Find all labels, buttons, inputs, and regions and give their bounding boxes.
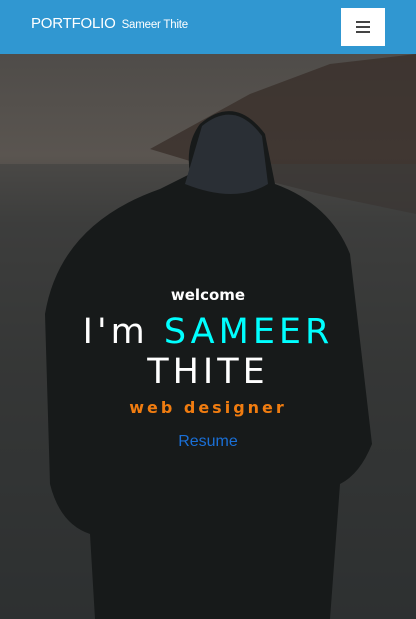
intro-heading: I'm SAMEER: [0, 312, 416, 352]
hero-section: welcome I'm SAMEER THITE web designer Re…: [0, 54, 416, 619]
navbar: PORTFOLIO Sameer Thite: [0, 0, 416, 54]
first-name: SAMEER: [163, 312, 334, 352]
brand-subtitle: Sameer Thite: [121, 19, 189, 31]
role-text: web designer: [129, 398, 287, 417]
last-name: THITE: [147, 352, 269, 392]
menu-toggle-button[interactable]: [341, 8, 385, 46]
intro-text: I'm: [82, 312, 149, 352]
brand-title: PORTFOLIO: [31, 15, 116, 32]
welcome-text: welcome: [170, 286, 246, 304]
resume-link[interactable]: Resume: [0, 433, 416, 451]
brand-link[interactable]: PORTFOLIO Sameer Thite: [31, 15, 188, 32]
